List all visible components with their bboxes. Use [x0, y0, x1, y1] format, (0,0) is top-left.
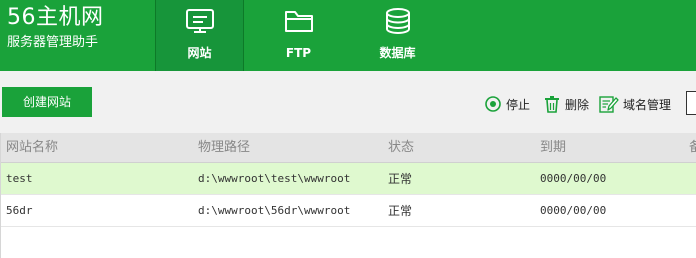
tab-website-label: 网站	[187, 46, 212, 60]
app-subtitle: 服务器管理助手	[7, 35, 99, 50]
column-header-status[interactable]: 状态	[388, 133, 414, 163]
app-title: 56主机网	[7, 5, 104, 30]
cell-expiry: 0000/00/00	[540, 204, 607, 217]
cell-status: 正常	[388, 172, 413, 186]
tab-database-label: 数据库	[379, 46, 416, 60]
stop-icon	[485, 96, 501, 112]
cell-expiry: 0000/00/00	[540, 172, 607, 185]
folder-icon	[284, 11, 313, 32]
edit-document-icon	[599, 96, 619, 113]
table-header: 网站名称 物理路径 状态 到期 备	[1, 133, 696, 163]
create-website-button[interactable]: 创建网站	[2, 87, 92, 117]
tab-ftp[interactable]: FTP	[254, 0, 343, 71]
search-input[interactable]	[686, 91, 696, 115]
table-row[interactable]: 56dr d:\wwwroot\56dr\wwwroot 正常 0000/00/…	[1, 195, 696, 227]
cell-physical-path: d:\wwwroot\test\wwwroot	[198, 172, 351, 185]
column-header-expiry[interactable]: 到期	[540, 133, 566, 163]
tab-database[interactable]: 数据库	[353, 0, 442, 71]
cell-site-name: 56dr	[6, 204, 33, 217]
stop-button[interactable]: 停止	[484, 93, 530, 115]
database-icon	[385, 8, 410, 34]
delete-button[interactable]: 删除	[543, 93, 589, 115]
trash-icon	[545, 96, 559, 113]
cell-site-name: test	[6, 172, 33, 185]
monitor-icon	[185, 9, 214, 33]
cell-physical-path: d:\wwwroot\56dr\wwwroot	[198, 204, 351, 217]
brand: 56主机网 服务器管理助手	[7, 4, 104, 52]
tab-ftp-label: FTP	[285, 46, 312, 60]
domain-manage-button[interactable]: 域名管理	[599, 93, 671, 115]
column-header-path[interactable]: 物理路径	[198, 133, 250, 163]
website-table: 网站名称 物理路径 状态 到期 备 test d:\wwwroot\test\w…	[0, 133, 696, 258]
tab-website[interactable]: 网站	[155, 0, 244, 71]
toolbar: 创建网站 停止 删除 域名管理	[0, 71, 696, 133]
delete-label: 删除	[565, 97, 590, 112]
table-row[interactable]: test d:\wwwroot\test\wwwroot 正常 0000/00/…	[1, 163, 696, 195]
app-header: 56主机网 服务器管理助手 网站 FTP 数据库	[0, 0, 696, 71]
stop-label: 停止	[506, 97, 531, 112]
column-header-remark[interactable]: 备	[689, 133, 696, 163]
cell-status: 正常	[388, 204, 413, 218]
domain-manage-label: 域名管理	[623, 97, 672, 112]
column-header-name[interactable]: 网站名称	[6, 133, 58, 163]
